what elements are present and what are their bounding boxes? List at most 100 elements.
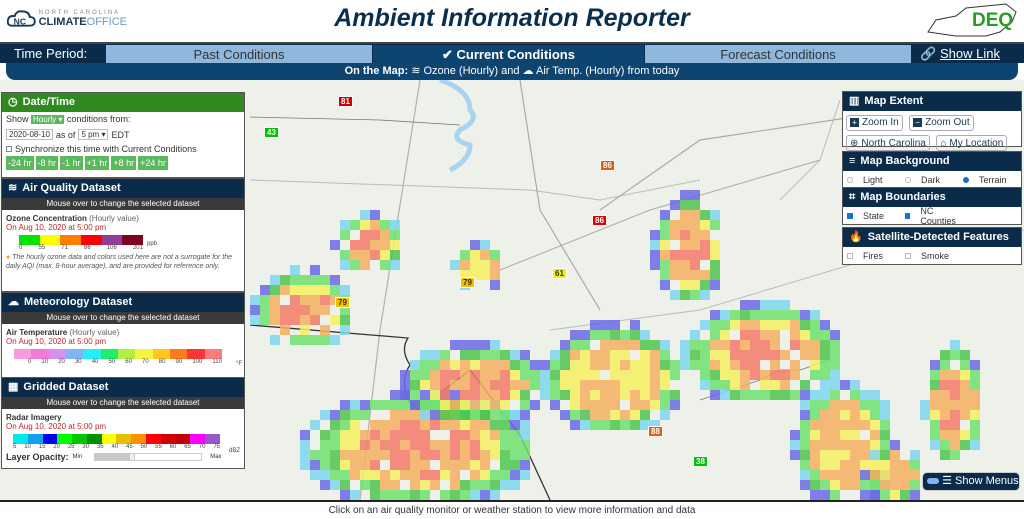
radar-cell (350, 430, 360, 440)
radar-cell (790, 450, 800, 460)
radar-cell (830, 420, 840, 430)
radar-cell (470, 240, 480, 250)
time-step-button[interactable]: -24 hr (6, 156, 34, 170)
radar-cell (860, 490, 870, 500)
monitor-marker[interactable]: 43 (264, 127, 279, 138)
radar-cell (680, 200, 690, 210)
checkbox-indicator[interactable] (905, 252, 911, 259)
zoom-out-button[interactable]: − Zoom Out (909, 114, 974, 131)
north-carolina-button[interactable]: ⊕ North Carolina (846, 135, 930, 151)
air-quality-header[interactable]: ≋ Air Quality Dataset (2, 179, 244, 198)
radar-cell (470, 250, 480, 260)
time-step-button[interactable]: +24 hr (138, 156, 168, 170)
radar-cell (680, 360, 690, 370)
tab-forecast-conditions[interactable]: Forecast Conditions (645, 45, 911, 64)
checkbox-indicator[interactable] (905, 212, 911, 219)
monitor-marker[interactable]: 38 (693, 456, 708, 467)
time-step-button[interactable]: -1 hr (60, 156, 83, 170)
radar-cell (450, 480, 460, 490)
radar-cell (410, 460, 420, 470)
radar-cell (770, 320, 780, 330)
checkbox-state[interactable]: State (847, 211, 905, 221)
radar-cell (460, 450, 470, 460)
radar-cell (360, 430, 370, 440)
radio-light[interactable]: Light (847, 175, 905, 185)
checkbox-fires[interactable]: Fires (847, 251, 905, 261)
monitor-marker[interactable]: 86 (600, 160, 615, 171)
grid-legend-tick: 55 (155, 444, 162, 450)
radar-cell (500, 480, 510, 490)
tab-current-conditions[interactable]: ✔ Current Conditions (373, 45, 644, 64)
radar-cell (390, 480, 400, 490)
radar-cell (950, 420, 960, 430)
map-canvas[interactable]: 81 43 86 86 61 79 79 88 38 ◷ Date/Time Show Hourl… (0, 80, 1024, 500)
radar-cell (500, 430, 510, 440)
met-legend-swatch (14, 349, 32, 359)
interval-select[interactable]: Hourly ▾ (31, 115, 65, 124)
tab-past-conditions[interactable]: Past Conditions (106, 45, 372, 64)
radar-cell (860, 440, 870, 450)
monitor-marker[interactable]: 61 (552, 268, 567, 279)
radar-cell (850, 420, 860, 430)
time-step-button[interactable]: -8 hr (35, 156, 59, 170)
show-menus-button[interactable]: ☰ Show Menus (922, 472, 1020, 491)
checkbox-smoke[interactable]: Smoke (905, 251, 963, 261)
date-input[interactable]: 2020-08-10 (6, 129, 53, 140)
radar-cell (330, 450, 340, 460)
monitor-marker[interactable]: 79 (335, 297, 350, 308)
checkbox-nc-counties[interactable]: NC Counties (905, 206, 963, 226)
radar-cell (550, 360, 560, 370)
gridded-header[interactable]: ▦ Gridded Dataset (2, 378, 244, 397)
interval-value: Hourly (33, 115, 57, 124)
opacity-slider-handle[interactable] (129, 453, 136, 461)
zoom-in-button[interactable]: + Zoom In (846, 114, 903, 131)
deq-logo[interactable]: DEQ (926, 2, 1018, 40)
checkbox-indicator[interactable] (847, 212, 853, 219)
radar-cell (570, 350, 580, 360)
monitor-marker[interactable]: 86 (592, 215, 607, 226)
radar-cell (660, 340, 670, 350)
time-step-button[interactable]: +1 hr (84, 156, 110, 170)
opacity-slider[interactable] (94, 453, 203, 461)
globe-icon: ⊕ (850, 137, 859, 149)
radar-cell (470, 420, 480, 430)
radar-cell (750, 320, 760, 330)
radar-cell (330, 470, 340, 480)
radio-dark[interactable]: Dark (905, 175, 963, 185)
radar-cell (410, 400, 420, 410)
aq-legend-swatch (81, 235, 102, 245)
radar-cell (490, 420, 500, 430)
radar-cell (660, 380, 670, 390)
monitor-marker[interactable]: 88 (648, 426, 663, 437)
radar-cell (710, 380, 720, 390)
radio-indicator[interactable] (847, 176, 853, 183)
radar-cell (790, 360, 800, 370)
radar-cell (480, 420, 490, 430)
radio-indicator[interactable] (963, 176, 969, 183)
hour-select[interactable]: 5 pm ▾ (78, 129, 109, 140)
radar-cell (620, 360, 630, 370)
radar-cell (650, 230, 660, 240)
radio-indicator[interactable] (905, 176, 911, 183)
my-location-button[interactable]: ⌂ My Location (936, 135, 1008, 151)
radar-cell (610, 330, 620, 340)
checkbox-indicator[interactable] (847, 252, 853, 259)
radar-cell (420, 380, 430, 390)
radar-cell (750, 390, 760, 400)
radar-cell (390, 450, 400, 460)
option-label: Fires (863, 250, 883, 261)
radar-cell (580, 400, 590, 410)
show-link-button[interactable]: 🔗 Show Link (920, 46, 1000, 62)
radar-cell (640, 380, 650, 390)
monitor-marker[interactable]: 79 (460, 277, 475, 288)
monitor-marker[interactable]: 81 (338, 96, 353, 107)
radar-cell (800, 320, 810, 330)
meteorology-header[interactable]: ☁ Meteorology Dataset (2, 293, 244, 312)
radar-cell (420, 370, 430, 380)
radar-cell (860, 480, 870, 490)
time-step-button[interactable]: +8 hr (111, 156, 137, 170)
radio-terrain[interactable]: Terrain (963, 175, 1021, 185)
sync-checkbox[interactable] (6, 146, 12, 152)
radar-cell (340, 420, 350, 430)
radar-cell (700, 280, 710, 290)
